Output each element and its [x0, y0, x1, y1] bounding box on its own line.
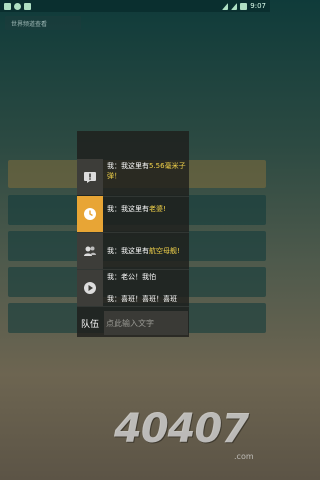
chat-message-2[interactable]: 我：我这里有老婆!: [107, 204, 187, 214]
watermark-domain: .com: [234, 452, 254, 461]
chat-message-text: 我：老公！我怕: [107, 273, 156, 281]
chat-message-text: 我：我这里有: [107, 205, 149, 213]
signal-icon: [231, 2, 238, 10]
chat-input[interactable]: [104, 311, 188, 335]
chat-icon-button-1[interactable]: [77, 159, 103, 195]
chat-message-4[interactable]: 我：老公！我怕: [107, 272, 187, 282]
team-tab[interactable]: 队伍: [77, 310, 103, 336]
status-right: 9:07: [222, 2, 266, 10]
chat-message-1[interactable]: 我：我这里有5.56毫米子弹！: [107, 161, 187, 181]
chat-message-highlight: 航空母舰!: [149, 247, 180, 255]
chat-message-5[interactable]: 我：喜班！喜班！喜班: [107, 294, 187, 304]
alert-icon: [84, 172, 96, 183]
clock-icon: [84, 208, 96, 220]
chat-icon-button-3[interactable]: [77, 233, 103, 269]
chat-icon-button-2[interactable]: [77, 196, 103, 232]
status-left: [4, 2, 31, 10]
wifi-icon: [222, 2, 229, 10]
divider: [77, 306, 189, 307]
chat-message-highlight: 老婆!: [149, 205, 166, 213]
battery-icon: [240, 2, 248, 10]
chat-message-text: 我：我这里有: [107, 247, 149, 255]
chat-message-text: 我：喜班！喜班！喜班: [107, 295, 177, 303]
app-icon: [14, 2, 21, 10]
status-time: 9:07: [250, 2, 266, 10]
notification-icon: [24, 2, 31, 10]
status-bar: 9:07: [0, 0, 270, 12]
people-icon: [84, 246, 96, 256]
chat-icon-button-4[interactable]: [77, 270, 103, 306]
notification-icon: [4, 2, 11, 10]
chat-message-3[interactable]: 我：我这里有航空母舰!: [107, 246, 187, 256]
top-channel-button[interactable]: 世界频道查看: [5, 16, 81, 30]
chat-message-text: 我：我这里有: [107, 162, 149, 170]
play-icon: [84, 282, 96, 294]
